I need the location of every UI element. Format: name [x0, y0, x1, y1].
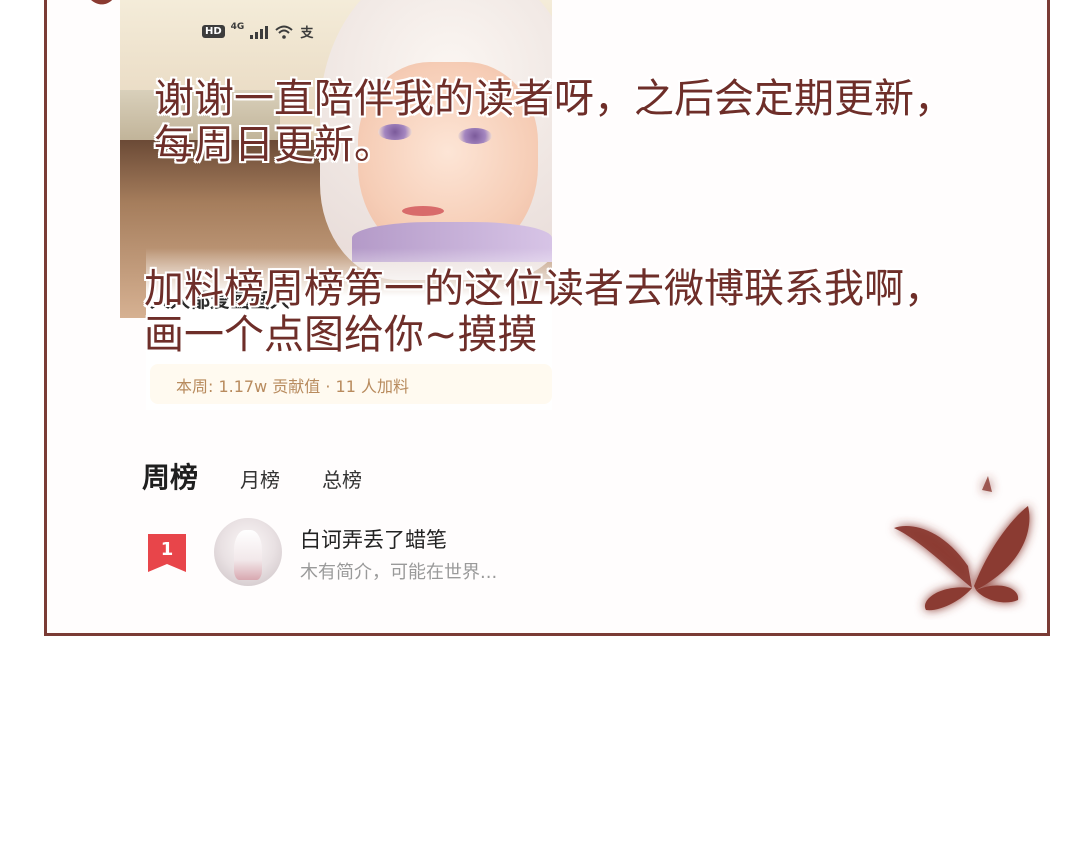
butterfly-icon	[894, 476, 1030, 611]
caption-line-4: 画一个点图给你~摸摸	[144, 312, 538, 358]
caption-line-1: 谢谢一直陪伴我的读者呀，之后会定期更新，	[154, 76, 954, 122]
network-label: 4G	[230, 21, 245, 32]
user-bio: 木有简介，可能在世界...	[300, 562, 498, 583]
ranking-row[interactable]: 1 白诃弄丢了蜡笔 木有简介，可能在世界...	[148, 516, 748, 588]
phone-status-bar: HD 4G 支	[202, 22, 313, 41]
caption-line-3: 加料榜周榜第一的这位读者去微博联系我啊，	[144, 266, 944, 312]
rank-number: 1	[160, 539, 174, 560]
caption-line-2: 每周日更新。	[154, 122, 394, 168]
tab-total[interactable]: 总榜	[322, 464, 362, 493]
hd-icon: HD	[202, 25, 225, 38]
tab-weekly[interactable]: 周榜	[142, 456, 198, 496]
ranking-tabs: 周榜 月榜 总榜	[142, 456, 404, 496]
caption-contact: 加料榜周榜第一的这位读者去微博联系我啊， 画一个点图给你~摸摸	[144, 266, 944, 358]
pay-icon: 支	[300, 26, 314, 41]
wifi-icon	[275, 25, 293, 39]
signal-icon	[250, 25, 269, 39]
caption-thanks: 谢谢一直陪伴我的读者呀，之后会定期更新， 每周日更新。	[154, 76, 954, 168]
avatar[interactable]	[214, 518, 282, 586]
user-name[interactable]: 白诃弄丢了蜡笔	[300, 524, 447, 554]
tab-monthly[interactable]: 月榜	[240, 464, 280, 493]
butterfly-wing-icon	[91, 0, 112, 5]
weekly-stats: 本周: 1.17w 贡献值 · 11 人加料	[150, 364, 552, 404]
